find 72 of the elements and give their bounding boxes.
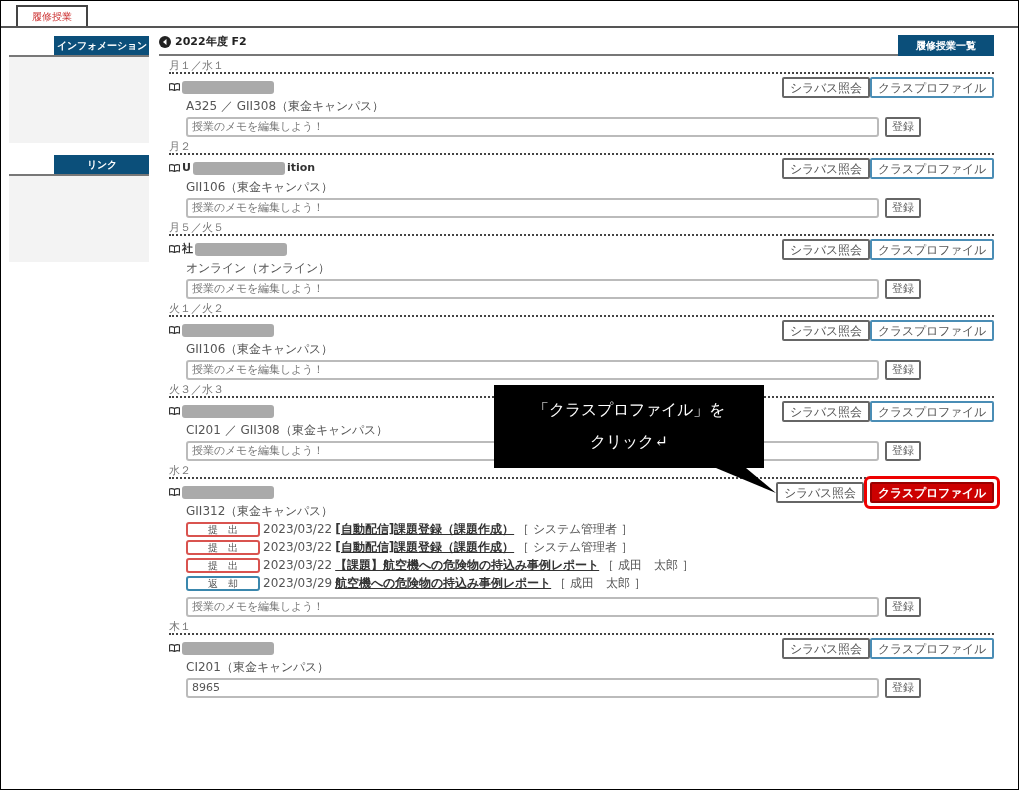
- course-name[interactable]: U: [182, 159, 191, 177]
- callout-text: クリック↵: [590, 431, 668, 453]
- syllabus-button[interactable]: シラバス照会: [782, 400, 870, 422]
- register-button[interactable]: 登録: [885, 677, 921, 698]
- room-text: GII312（東金キャンパス）: [186, 503, 334, 518]
- book-icon: [169, 245, 180, 253]
- room-text: GII106（東金キャンパス）: [186, 341, 334, 356]
- syllabus-button[interactable]: シラバス照会: [782, 157, 870, 179]
- notice-author: ［ システム管理者 ］: [517, 522, 633, 537]
- sidebar-heading: インフォメーション: [54, 36, 149, 55]
- status-badge: 提 出: [186, 540, 260, 555]
- sidebar-heading: リンク: [54, 155, 149, 174]
- status-badge: 提 出: [186, 558, 260, 573]
- register-button[interactable]: 登録: [885, 440, 921, 461]
- register-button[interactable]: 登録: [885, 278, 921, 299]
- syllabus-button[interactable]: シラバス照会: [782, 238, 870, 260]
- period-label: 木１: [169, 619, 994, 635]
- status-badge: 提 出: [186, 522, 260, 537]
- syllabus-button[interactable]: シラバス照会: [782, 637, 870, 659]
- notice-link[interactable]: 航空機への危険物の持込み事例レポート: [335, 576, 552, 591]
- class-profile-button[interactable]: クラスプロファイル: [870, 157, 994, 179]
- class-profile-button[interactable]: クラスプロファイル: [870, 76, 994, 98]
- memo-field[interactable]: 8965: [186, 677, 879, 698]
- period-label: 月５／火５: [169, 220, 994, 236]
- notice-date: 2023/03/22: [263, 558, 333, 573]
- class-profile-button[interactable]: クラスプロファイル: [870, 238, 994, 260]
- notice-link[interactable]: [自動配信]課題登録（課題作成）: [335, 522, 515, 537]
- notice-link[interactable]: [自動配信]課題登録（課題作成）: [335, 540, 515, 555]
- book-icon: [169, 488, 180, 496]
- room-text: CI201 ／ GII308（東金キャンパス）: [186, 422, 388, 437]
- notice-date: 2023/03/22: [263, 522, 333, 537]
- memo-field[interactable]: 授業のメモを編集しよう！: [186, 116, 879, 137]
- notice-author: ［ 成田 太郎 ］: [554, 576, 646, 591]
- book-icon: [169, 83, 180, 91]
- course-name[interactable]: 社: [182, 240, 193, 258]
- class-profile-button[interactable]: クラスプロファイル: [870, 637, 994, 659]
- book-icon: [169, 407, 180, 415]
- room-text: オンライン（オンライン）: [186, 260, 330, 275]
- notice-link[interactable]: 【課題】航空機への危険物の持込み事例レポート: [335, 558, 600, 573]
- memo-field[interactable]: 授業のメモを編集しよう！: [186, 359, 879, 380]
- memo-field[interactable]: 授業のメモを編集しよう！: [186, 596, 879, 617]
- class-profile-button[interactable]: クラスプロファイル: [870, 481, 994, 503]
- period-label: 月１／水１: [169, 58, 994, 74]
- notice-author: ［ システム管理者 ］: [517, 540, 633, 555]
- register-button[interactable]: 登録: [885, 116, 921, 137]
- memo-field[interactable]: 授業のメモを編集しよう！: [186, 197, 879, 218]
- status-badge: 返 却: [186, 576, 260, 591]
- callout-text: 「クラスプロファイル」を: [533, 399, 725, 421]
- book-icon: [169, 326, 180, 334]
- period-label: 火１／火２: [169, 301, 994, 317]
- period-label: 月２: [169, 139, 994, 155]
- memo-field[interactable]: 授業のメモを編集しよう！: [186, 278, 879, 299]
- register-button[interactable]: 登録: [885, 197, 921, 218]
- class-profile-button[interactable]: クラスプロファイル: [870, 400, 994, 422]
- room-text: CI201（東金キャンパス）: [186, 659, 329, 674]
- notice-date: 2023/03/29: [263, 576, 333, 591]
- page-title: 2022年度 F2: [175, 34, 247, 50]
- register-button[interactable]: 登録: [885, 359, 921, 380]
- book-icon: [169, 164, 180, 172]
- register-button[interactable]: 登録: [885, 596, 921, 617]
- class-profile-button[interactable]: クラスプロファイル: [870, 319, 994, 341]
- course-list-button[interactable]: 履修授業一覧: [898, 34, 994, 56]
- syllabus-button[interactable]: シラバス照会: [782, 319, 870, 341]
- notice-author: ［ 成田 太郎 ］: [602, 558, 694, 573]
- room-text: GII106（東金キャンパス）: [186, 179, 334, 194]
- book-icon: [169, 644, 180, 652]
- notice-date: 2023/03/22: [263, 540, 333, 555]
- syllabus-button[interactable]: シラバス照会: [776, 481, 864, 503]
- course-name[interactable]: ition: [286, 159, 316, 177]
- room-text: A325 ／ GII308（東金キャンパス）: [186, 98, 385, 113]
- tab[interactable]: 履修授業: [16, 5, 88, 26]
- syllabus-button[interactable]: シラバス照会: [782, 76, 870, 98]
